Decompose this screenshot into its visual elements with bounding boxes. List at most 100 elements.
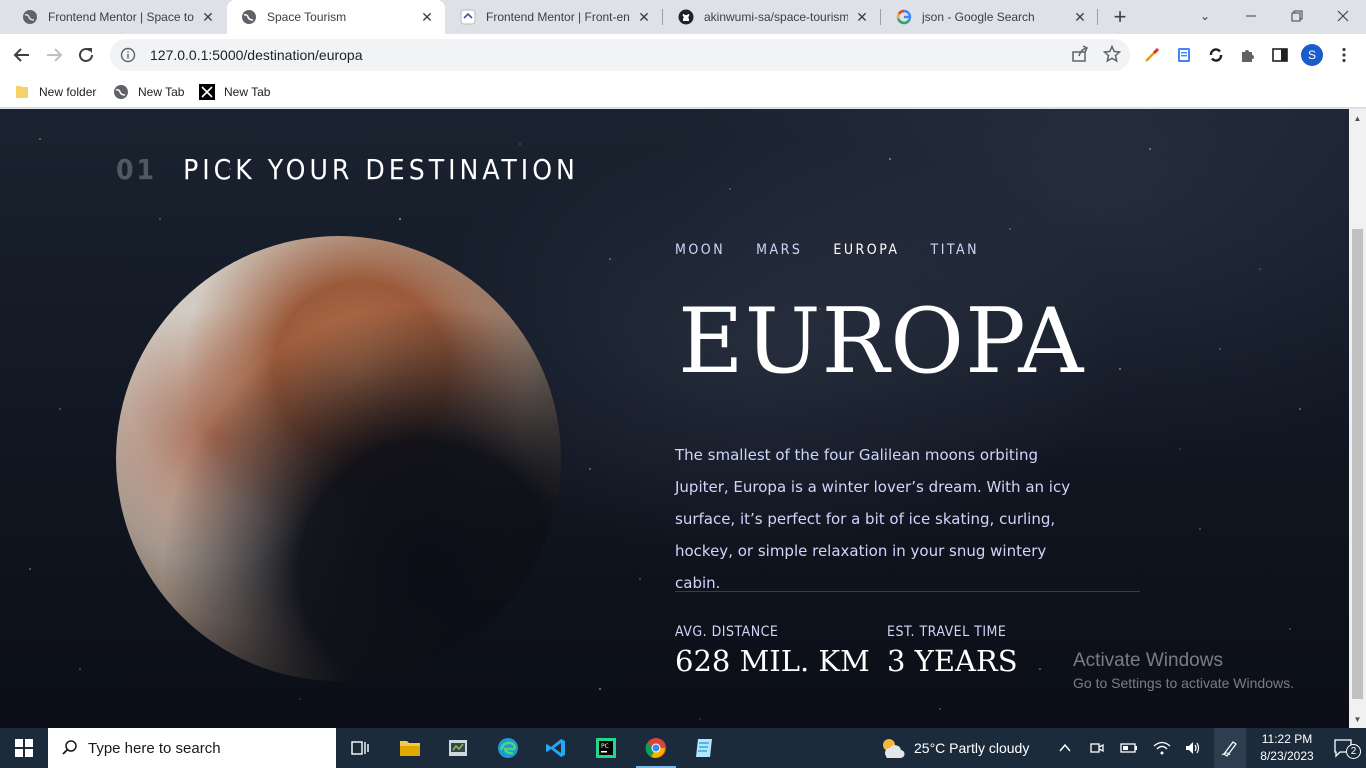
activate-windows-watermark: Activate Windows Go to Settings to activ… bbox=[1073, 650, 1294, 691]
battery-icon[interactable] bbox=[1115, 728, 1143, 768]
europa-planet-image bbox=[116, 236, 561, 681]
close-icon[interactable]: ✕ bbox=[854, 9, 870, 25]
partly-cloudy-icon bbox=[883, 739, 905, 759]
file-explorer-icon[interactable] bbox=[386, 728, 434, 768]
windows-taskbar: Type here to search PC 25°C Partly cloud… bbox=[0, 728, 1366, 768]
tab-moon[interactable]: MOON bbox=[675, 242, 725, 268]
globe-icon bbox=[241, 9, 257, 25]
notification-center-button[interactable]: 2 bbox=[1322, 728, 1366, 768]
heading-title: PICK YOUR DESTINATION bbox=[183, 153, 579, 186]
page-viewport: 01 PICK YOUR DESTINATION MOON MARS EUROP… bbox=[0, 109, 1349, 728]
bookmark-new-tab-2[interactable]: New Tab bbox=[199, 82, 270, 102]
close-icon[interactable]: ✕ bbox=[1072, 9, 1088, 25]
globe-icon bbox=[113, 84, 129, 100]
search-icon bbox=[60, 738, 80, 758]
destination-description: The smallest of the four Galilean moons … bbox=[675, 446, 1071, 592]
folder-icon bbox=[14, 84, 30, 100]
tab-title: akinwumi-sa/space-tourism- bbox=[704, 10, 848, 24]
new-tab-button[interactable]: + bbox=[1108, 4, 1132, 29]
edge-browser-icon[interactable] bbox=[484, 728, 532, 768]
chevron-up-icon[interactable] bbox=[1051, 728, 1079, 768]
scroll-thumb[interactable] bbox=[1352, 229, 1363, 699]
tab-frontend-mentor-2[interactable]: Frontend Mentor | Front-end ✕ bbox=[446, 0, 662, 34]
weather-text: 25°C Partly cloudy bbox=[914, 740, 1030, 756]
forward-button[interactable] bbox=[41, 42, 67, 68]
tab-title: Frontend Mentor | Front-end bbox=[486, 10, 630, 24]
tab-space-tourism[interactable]: Space Tourism ✕ bbox=[227, 0, 445, 34]
bookmarks-bar: New folder New Tab New Tab bbox=[0, 76, 1366, 108]
bookmark-label: New Tab bbox=[138, 85, 185, 99]
address-url: 127.0.0.1:5000/destination/europa bbox=[150, 47, 363, 63]
divider bbox=[675, 591, 1140, 592]
windows-logo-icon bbox=[15, 739, 33, 757]
color-picker-extension-icon[interactable] bbox=[1140, 43, 1164, 67]
bookmark-new-folder[interactable]: New folder bbox=[14, 82, 96, 102]
watermark-line-2: Go to Settings to activate Windows. bbox=[1073, 675, 1294, 691]
scroll-down-icon[interactable]: ▼ bbox=[1349, 712, 1366, 726]
weather-widget[interactable]: 25°C Partly cloudy bbox=[878, 728, 1029, 768]
scroll-up-icon[interactable]: ▲ bbox=[1349, 111, 1366, 125]
system-clock[interactable]: 11:22 PM 8/23/2023 bbox=[1252, 731, 1322, 765]
tab-github[interactable]: akinwumi-sa/space-tourism- ✕ bbox=[664, 0, 880, 34]
svg-text:PC: PC bbox=[601, 743, 609, 750]
sync-extension-icon[interactable] bbox=[1204, 43, 1228, 67]
watermark-line-1: Activate Windows bbox=[1073, 650, 1223, 671]
wifi-icon[interactable] bbox=[1148, 728, 1176, 768]
bookmark-label: New folder bbox=[39, 85, 97, 99]
bookmark-new-tab-1[interactable]: New Tab bbox=[113, 82, 184, 102]
chrome-icon[interactable] bbox=[632, 728, 680, 768]
vscode-icon[interactable] bbox=[532, 728, 580, 768]
tab-strip: Frontend Mentor | Space tou ✕ Space Tour… bbox=[0, 0, 1366, 34]
stat-value: 628 MIL. KM bbox=[675, 644, 870, 678]
notification-badge: 2 bbox=[1346, 744, 1361, 759]
tab-title: Frontend Mentor | Space tou bbox=[48, 10, 194, 24]
close-icon[interactable]: ✕ bbox=[419, 9, 435, 25]
tab-mars[interactable]: MARS bbox=[756, 242, 802, 268]
volume-icon[interactable] bbox=[1179, 728, 1207, 768]
bookmark-star-icon[interactable] bbox=[1100, 42, 1124, 66]
stat-value: 3 YEARS bbox=[887, 644, 1018, 678]
address-bar[interactable]: 127.0.0.1:5000/destination/europa bbox=[110, 39, 1130, 71]
share-icon[interactable] bbox=[1068, 42, 1092, 66]
docs-extension-icon[interactable] bbox=[1172, 43, 1196, 67]
meet-now-icon[interactable] bbox=[1083, 728, 1111, 768]
tab-google-search[interactable]: json - Google Search ✕ bbox=[882, 0, 1098, 34]
tab-titan[interactable]: TITAN bbox=[931, 242, 980, 268]
back-button[interactable] bbox=[9, 42, 35, 68]
system-tool-icon[interactable] bbox=[434, 728, 482, 768]
frontend-mentor-icon bbox=[460, 9, 476, 25]
close-icon[interactable]: ✕ bbox=[200, 9, 216, 25]
x-logo-icon bbox=[199, 84, 215, 100]
stat-travel-time: EST. TRAVEL TIME 3 YEARS bbox=[887, 624, 1018, 678]
kebab-menu-icon[interactable] bbox=[1332, 43, 1356, 67]
globe-icon bbox=[22, 9, 38, 25]
page-scrollbar[interactable]: ▲ ▼ bbox=[1349, 109, 1366, 728]
task-view-icon[interactable] bbox=[336, 728, 384, 768]
tab-europa[interactable]: EUROPA bbox=[833, 242, 899, 268]
tab-title: json - Google Search bbox=[922, 10, 1035, 24]
tab-separator bbox=[1097, 9, 1098, 25]
puzzle-extensions-icon[interactable] bbox=[1236, 43, 1260, 67]
window-close-button[interactable] bbox=[1320, 0, 1366, 32]
tab-title: Space Tourism bbox=[267, 10, 347, 24]
minimize-button[interactable] bbox=[1228, 0, 1274, 32]
pen-workspace-icon[interactable] bbox=[1214, 728, 1246, 768]
side-panel-icon[interactable] bbox=[1268, 43, 1292, 67]
reload-button[interactable] bbox=[73, 42, 99, 68]
close-icon[interactable]: ✕ bbox=[636, 9, 652, 25]
start-button[interactable] bbox=[0, 728, 48, 768]
stat-distance: AVG. DISTANCE 628 MIL. KM bbox=[675, 624, 870, 678]
stat-label: AVG. DISTANCE bbox=[675, 624, 779, 640]
pycharm-icon[interactable]: PC bbox=[582, 728, 630, 768]
tab-search-chevron-icon[interactable]: ⌄ bbox=[1182, 0, 1228, 32]
profile-avatar[interactable]: S bbox=[1301, 44, 1323, 66]
destination-tabs: MOON MARS EUROPA TITAN bbox=[675, 242, 1010, 268]
tab-separator bbox=[662, 9, 663, 25]
tab-frontend-mentor-1[interactable]: Frontend Mentor | Space tou ✕ bbox=[8, 0, 226, 34]
notepad-icon[interactable] bbox=[680, 728, 728, 768]
clock-date: 8/23/2023 bbox=[1260, 749, 1314, 763]
site-info-icon[interactable] bbox=[120, 47, 136, 63]
browser-toolbar: 127.0.0.1:5000/destination/europa S bbox=[0, 34, 1366, 76]
taskbar-search[interactable]: Type here to search bbox=[48, 728, 336, 768]
restore-button[interactable] bbox=[1274, 0, 1320, 32]
